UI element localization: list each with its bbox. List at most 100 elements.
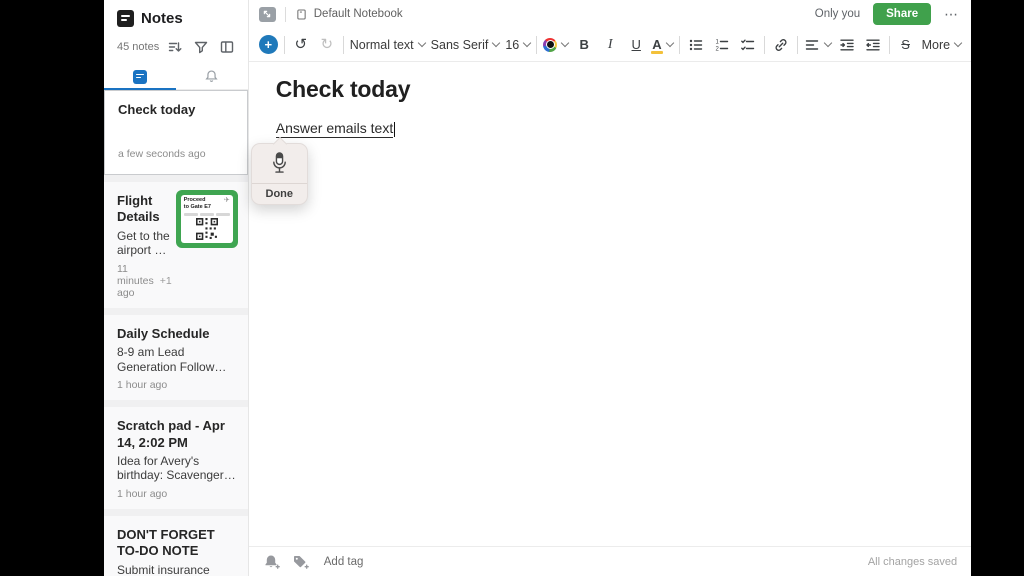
divider	[888, 35, 890, 54]
done-button[interactable]: Done	[252, 184, 307, 204]
chevron-down-icon	[417, 38, 426, 48]
insert-link-button[interactable]	[771, 33, 791, 57]
add-tag-icon[interactable]	[292, 554, 310, 570]
pass-detail-bars	[183, 213, 230, 217]
save-status: All changes saved	[867, 555, 958, 568]
highlight-button[interactable]: A	[651, 33, 674, 57]
note-snippet: Idea for Avery's birthday: Scavenger hun…	[117, 453, 224, 483]
divider	[283, 35, 285, 54]
dictated-text[interactable]: Answer emails text	[275, 120, 394, 138]
note-title: Flight Details	[117, 193, 160, 225]
bold-button[interactable]: B	[574, 33, 594, 57]
note-time: 1 hour ago	[117, 379, 168, 392]
text-cursor	[394, 121, 396, 137]
numbered-list-button[interactable]: 12	[712, 33, 732, 57]
note-title: Daily Schedule	[117, 325, 210, 341]
add-tag-label[interactable]: Add tag	[324, 556, 364, 568]
chevron-down-icon	[522, 38, 532, 48]
undo-button[interactable]: ↺	[291, 33, 311, 57]
note-title: DON'T FORGET TO-DO NOTE	[117, 527, 215, 559]
font-family-dropdown[interactable]: Sans Serif	[431, 33, 501, 57]
note-card-check-today[interactable]: Check today a few seconds ago	[104, 90, 248, 175]
add-reminder-icon[interactable]	[263, 554, 281, 570]
strikethrough-button[interactable]: S	[896, 33, 916, 57]
notes-count: 45 notes	[117, 40, 160, 53]
editor-topbar: Default Notebook Only you Share ⋯	[249, 0, 971, 28]
note-snippet: Get to the airport by 7am. Before...	[117, 228, 170, 258]
chevron-down-icon	[665, 38, 674, 48]
bell-icon	[205, 70, 218, 82]
notes-panel: Notes 45 notes Check today a few seconds…	[104, 0, 249, 576]
chevron-down-icon	[560, 38, 570, 48]
svg-text:2: 2	[715, 46, 719, 52]
chevron-down-icon	[492, 38, 501, 48]
color-swatch-icon	[543, 37, 558, 52]
highlight-icon: A	[651, 37, 664, 54]
font-color-picker[interactable]	[543, 33, 570, 57]
chevron-down-icon	[953, 38, 963, 48]
divider	[678, 35, 680, 54]
qr-code	[195, 218, 218, 241]
editor-footer: Add tag All changes saved	[248, 546, 972, 576]
more-options-icon[interactable]: ⋯	[944, 6, 959, 23]
italic-button[interactable]: I	[600, 33, 620, 57]
notebook-selector[interactable]: Default Notebook	[295, 8, 403, 21]
bulleted-list-button[interactable]	[686, 33, 706, 57]
pass-text-line2: to Gate E7	[183, 204, 211, 211]
note-snippet: 8-9 am Lead Generation Follow through on…	[117, 345, 215, 374]
checklist-button[interactable]	[738, 33, 758, 57]
note-tab-icon	[132, 69, 147, 84]
note-title: Check today	[118, 102, 196, 117]
note-time: 11 minutes ago	[117, 262, 154, 299]
filter-icon[interactable]	[193, 38, 210, 55]
app-window: Notes 45 notes Check today a few seconds…	[104, 0, 972, 576]
tab-reminders[interactable]	[176, 64, 248, 89]
panel-title: Notes	[141, 10, 183, 27]
pass-text-line1: Proceed	[183, 197, 206, 203]
notes-app-icon	[117, 10, 134, 27]
formatting-toolbar: + ↺ ↻ Normal text Sans Serif 16 B I U A	[248, 28, 972, 62]
divider	[763, 35, 765, 54]
layout-icon[interactable]	[219, 38, 236, 55]
boarding-pass-thumbnail: Proceed to Gate E7 ✈	[175, 190, 238, 248]
note-time: a few seconds ago	[118, 148, 206, 161]
divider	[342, 35, 344, 54]
expand-note-button[interactable]	[258, 6, 276, 22]
note-card-scratch-pad-apr14[interactable]: Scratch pad - Apr 14, 2:02 PM Idea for A…	[104, 407, 248, 509]
text-style-dropdown[interactable]: Normal text	[350, 33, 426, 57]
divider	[536, 35, 538, 54]
note-editor: Default Notebook Only you Share ⋯ + ↺ ↻ …	[248, 0, 972, 576]
note-card-flight-details[interactable]: Flight Details Get to the airport by 7am…	[104, 182, 248, 308]
divider	[796, 35, 798, 54]
panel-header: Notes 45 notes	[104, 0, 248, 55]
font-size-dropdown[interactable]: 16	[505, 33, 532, 57]
redo-button[interactable]: ↻	[317, 33, 337, 57]
notebook-icon	[297, 9, 306, 19]
note-snippet: Submit insurance claim. - Call I...	[117, 562, 210, 576]
chevron-down-icon	[823, 38, 832, 48]
notebook-name: Default Notebook	[313, 8, 403, 20]
share-audience[interactable]: Only you	[815, 8, 860, 20]
insert-button[interactable]: +	[258, 35, 278, 54]
alignment-dropdown[interactable]	[804, 33, 832, 57]
panel-tabs	[104, 64, 248, 90]
tab-notes[interactable]	[104, 64, 176, 89]
divider	[284, 6, 286, 22]
editor-canvas[interactable]: Check today Answer emails text Done	[249, 62, 971, 546]
note-list: Check today a few seconds ago Flight Det…	[104, 90, 248, 576]
note-attachment-count: +1	[159, 274, 172, 287]
note-card-dont-forget[interactable]: DON'T FORGET TO-DO NOTE Submit insurance…	[104, 516, 248, 576]
plane-icon: ✈	[223, 197, 230, 204]
sort-icon[interactable]	[167, 38, 184, 55]
indent-button[interactable]	[837, 33, 857, 57]
more-formatting-dropdown[interactable]: More	[922, 33, 963, 57]
microphone-icon	[272, 152, 286, 173]
note-title-text[interactable]: Check today	[276, 76, 951, 103]
outdent-button[interactable]	[863, 33, 883, 57]
underline-button[interactable]: U	[626, 33, 646, 57]
svg-text:1: 1	[715, 39, 719, 45]
share-button[interactable]: Share	[873, 3, 932, 25]
note-card-daily-schedule[interactable]: Daily Schedule 8-9 am Lead Generation Fo…	[104, 314, 248, 401]
dictation-popup: Done	[250, 136, 308, 205]
note-title: Scratch pad - Apr 14, 2:02 PM	[117, 418, 225, 450]
